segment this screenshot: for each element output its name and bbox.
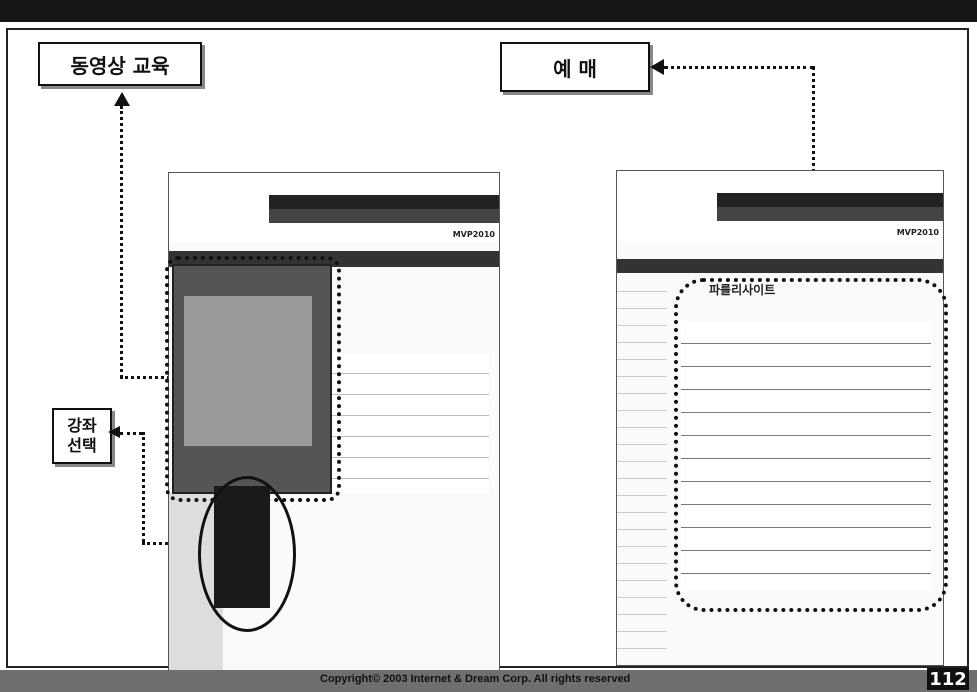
right-toolbar [617,259,943,273]
footer-bar: Copyright© 2003 Internet & Dream Corp. A… [0,670,977,692]
right-brand: MVP2010 [896,228,939,237]
right-sub-bar [717,207,943,221]
connector-video-h [120,376,170,379]
right-nav-bar [717,193,943,207]
arrow-left-icon [650,59,664,75]
left-sub-bar [269,209,499,223]
course-select-text-2: 선택 [67,436,97,455]
connector-course-h1 [120,432,142,435]
video-education-text: 동영상 교육 [70,53,170,78]
page-number: 112 [927,668,969,690]
website-highlight [674,278,948,612]
copyright-text: Copyright© 2003 Internet & Dream Corp. A… [320,673,631,685]
connector-video [120,106,123,378]
top-bar [0,0,977,22]
course-select-text-1: 강좌 [67,416,97,435]
right-sidebar [617,275,667,665]
connector-booking-h [664,66,814,69]
connector-course-v [142,432,145,542]
arrow-left-small-icon [108,426,120,438]
booking-text: 예 매 [553,56,597,81]
arrow-up-icon [114,92,130,106]
video-highlight [165,256,341,502]
booking-label: 예 매 [500,42,650,92]
left-banner: MVP2010 [169,173,499,243]
left-nav-bar [269,195,499,209]
right-banner: MVP2010 [617,171,943,241]
video-education-label: 동영상 교육 [38,42,202,86]
left-table [329,353,489,493]
course-select-label: 강좌 선택 [52,408,112,464]
course-highlight-ellipse [198,476,296,632]
left-brand: MVP2010 [452,230,495,239]
